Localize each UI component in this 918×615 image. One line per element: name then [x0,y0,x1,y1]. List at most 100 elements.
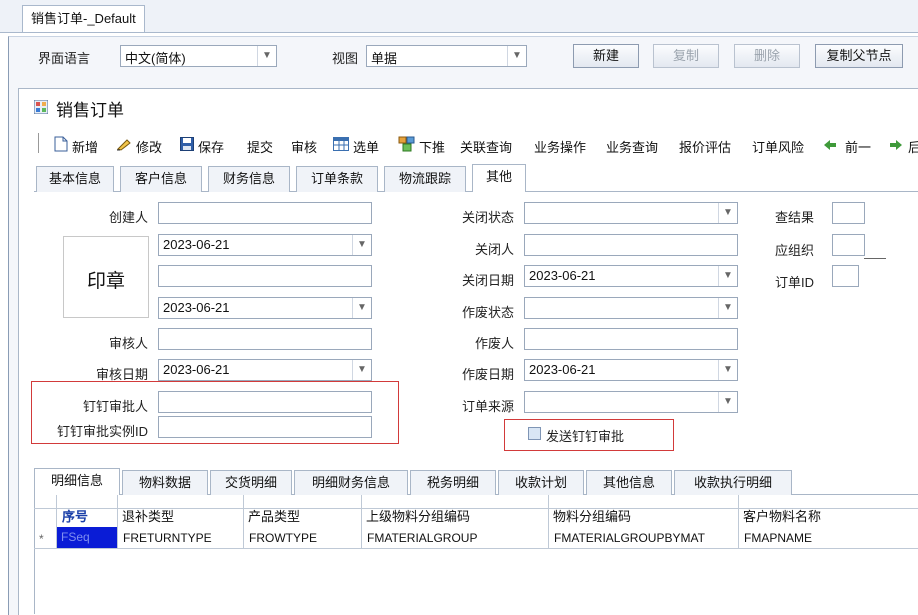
create-date-field[interactable]: 2023-06-21 ▼ [158,234,372,256]
copy-button[interactable]: 复制 [653,44,719,68]
selected-cell[interactable]: FSeq [57,527,117,548]
copy-parent-button[interactable]: 复制父节点 [815,44,903,68]
check-result-field[interactable] [832,202,865,224]
toolbar-save[interactable]: 保存 [198,137,224,156]
creator-field[interactable] [158,202,372,224]
chevron-down-icon[interactable]: ▼ [352,298,371,318]
audit-date-value: 2023-06-21 [163,362,230,377]
grid-tab-detail-info[interactable]: 明细信息 [34,468,120,496]
form-icon [34,100,48,114]
tab-finance-info[interactable]: 财务信息 [208,166,290,192]
new-file-icon[interactable] [54,136,68,152]
grid-tab-material-data[interactable]: 物料数据 [122,470,208,496]
toolbar-business-query[interactable]: 业务查询 [606,137,658,156]
document-tab[interactable]: 销售订单-_Default [22,5,145,32]
dingtalk-approver-field[interactable] [158,391,372,413]
toolbar-select[interactable]: 选单 [353,137,379,156]
toolbar-edit[interactable]: 修改 [136,137,162,156]
grid-tab-tax-detail[interactable]: 税务明细 [410,470,496,496]
modify-date-value: 2023-06-21 [163,300,230,315]
toolbar-quote-evaluation[interactable]: 报价评估 [679,137,731,156]
arrow-right-icon[interactable] [889,139,903,151]
create-date-value: 2023-06-21 [163,237,230,252]
modifier-field[interactable] [158,265,372,287]
column-header-return-type[interactable]: 退补类型 [122,506,174,525]
chevron-down-icon[interactable]: ▼ [718,360,737,380]
voider-field[interactable] [524,328,738,350]
closer-field[interactable] [524,234,738,256]
top-bar: 界面语言 中文(简体) ▼ 视图 单据 ▼ 新建 复制 删除 复制父节点 [10,38,918,72]
chevron-down-icon[interactable]: ▼ [718,298,737,318]
column-header-material-group[interactable]: 物料分组编码 [553,506,631,525]
voider-label: 作废人 [474,336,514,351]
grid-tab-delivery-detail[interactable]: 交货明细 [210,470,292,496]
language-select[interactable]: 中文(简体) ▼ [120,45,277,67]
order-id-label: 订单ID [775,275,815,290]
grid-tab-other-info[interactable]: 其他信息 [586,470,672,496]
send-dingtalk-label: 发送钉钉审批 [546,429,625,444]
chevron-down-icon[interactable]: ▼ [718,392,737,412]
toolbar-business-operation[interactable]: 业务操作 [534,137,586,156]
push-down-icon[interactable] [398,136,416,152]
new-button[interactable]: 新建 [573,44,639,68]
closer-label: 关闭人 [474,242,514,257]
order-id-field[interactable] [832,265,859,287]
modify-date-field[interactable]: 2023-06-21 ▼ [158,297,372,319]
arrow-left-icon[interactable] [823,139,837,151]
auditor-label: 审核人 [108,336,148,351]
column-header-customer-material-name[interactable]: 客户物料名称 [743,506,821,525]
send-dingtalk-checkbox[interactable] [528,427,541,440]
void-date-value: 2023-06-21 [529,362,596,377]
toolbar-related-query[interactable]: 关联查询 [460,137,512,156]
tab-customer-info[interactable]: 客户信息 [120,166,202,192]
select-bill-icon[interactable] [333,137,349,151]
grid-row-line [34,548,918,549]
toolbar-new[interactable]: 新增 [72,137,98,156]
dingtalk-instance-field[interactable] [158,416,372,438]
tab-logistics-tracking[interactable]: 物流跟踪 [384,166,466,192]
grid-tab-payment-execution[interactable]: 收款执行明细 [674,470,792,496]
void-status-select[interactable]: ▼ [524,297,738,319]
grid-tab-detail-finance[interactable]: 明细财务信息 [294,470,408,496]
void-date-label: 作废日期 [461,367,514,382]
delete-button[interactable]: 删除 [734,44,800,68]
void-date-field[interactable]: 2023-06-21 ▼ [524,359,738,381]
chevron-down-icon[interactable]: ▼ [718,203,737,223]
view-select[interactable]: 单据 ▼ [366,45,527,67]
stamp-box: 印章 [63,236,149,318]
order-source-select[interactable]: ▼ [524,391,738,413]
grid-tab-payment-plan[interactable]: 收款计划 [498,470,584,496]
column-header-seq[interactable]: 序号 [62,506,88,525]
tab-basic-info[interactable]: 基本信息 [36,166,114,192]
tab-other[interactable]: 其他 [472,164,526,192]
new-row-marker: * [39,532,44,546]
cell-parent-material-group[interactable]: FMATERIALGROUP [367,531,477,545]
resp-org-label: 应组织 [775,243,815,258]
chevron-down-icon[interactable]: ▼ [352,360,371,380]
cell-return-type[interactable]: FRETURNTYPE [123,531,212,545]
close-date-field[interactable]: 2023-06-21 ▼ [524,265,738,287]
tab-order-terms[interactable]: 订单条款 [296,166,378,192]
form-title: 销售订单 [56,101,124,120]
edit-icon[interactable] [116,137,132,151]
toolbar-push[interactable]: 下推 [419,137,445,156]
toolbar-order-risk[interactable]: 订单风险 [752,137,804,156]
chevron-down-icon[interactable]: ▼ [507,46,526,66]
chevron-down-icon[interactable]: ▼ [257,46,276,66]
toolbar-audit[interactable]: 审核 [291,137,317,156]
column-header-product-type[interactable]: 产品类型 [248,506,300,525]
cell-customer-material-name[interactable]: FMAPNAME [744,531,812,545]
save-icon[interactable] [180,137,194,151]
auditor-field[interactable] [158,328,372,350]
audit-date-field[interactable]: 2023-06-21 ▼ [158,359,372,381]
resp-org-field[interactable] [832,234,865,256]
chevron-down-icon[interactable]: ▼ [352,235,371,255]
chevron-down-icon[interactable]: ▼ [718,266,737,286]
cell-product-type[interactable]: FROWTYPE [249,531,317,545]
column-header-parent-material-group[interactable]: 上级物料分组编码 [366,506,470,525]
toolbar-next[interactable]: 后 [908,137,918,156]
toolbar-submit[interactable]: 提交 [247,137,273,156]
close-status-select[interactable]: ▼ [524,202,738,224]
toolbar-previous[interactable]: 前一 [845,137,871,156]
cell-material-group[interactable]: FMATERIALGROUPBYMAT [554,531,705,545]
